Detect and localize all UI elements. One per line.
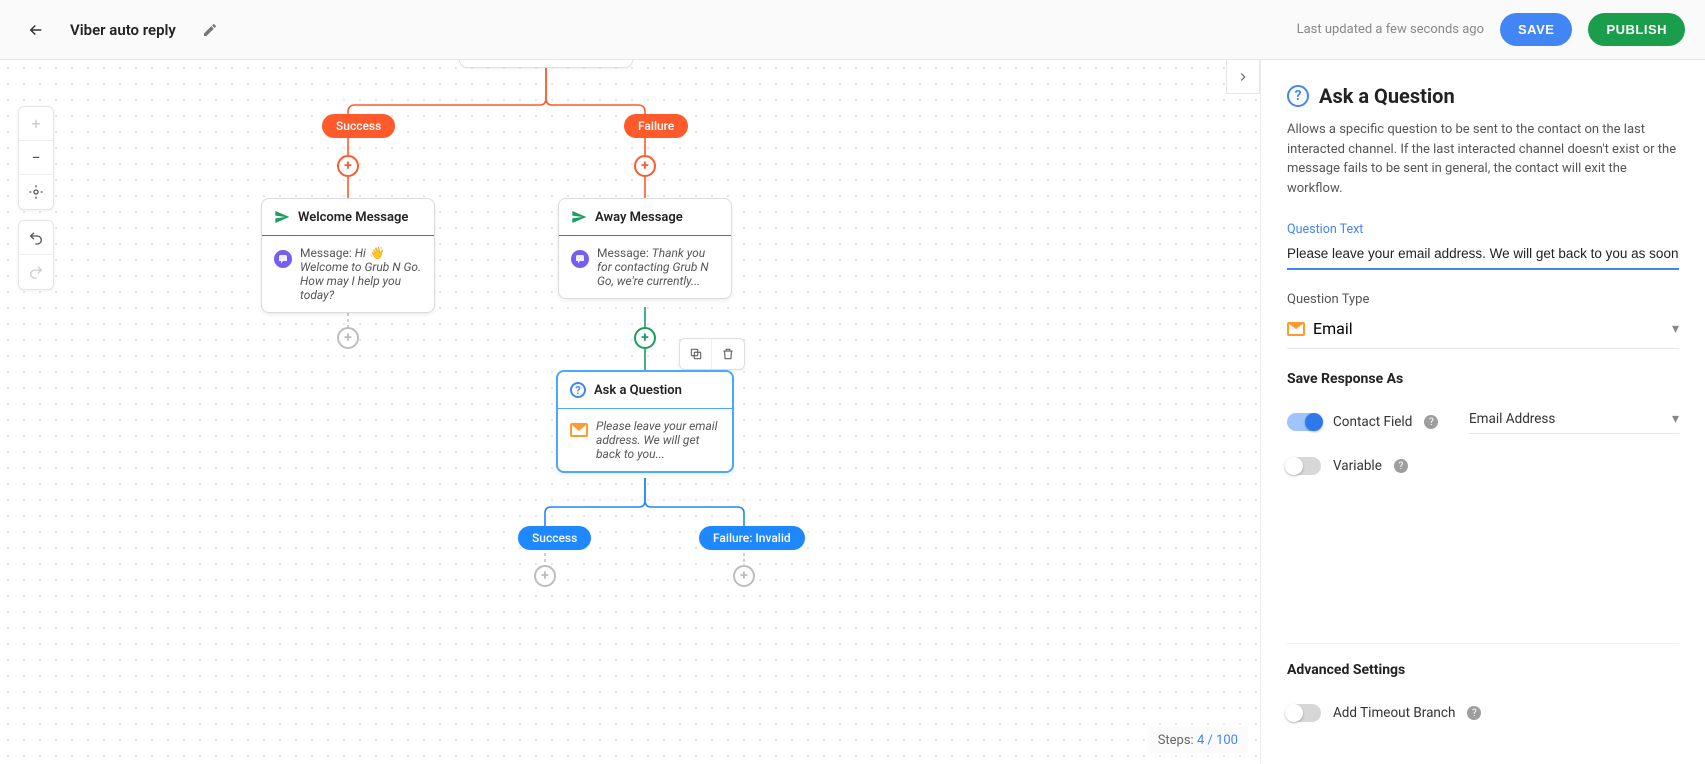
add-step-icon[interactable]: +: [634, 327, 656, 349]
node-title: Welcome Message: [298, 210, 408, 225]
add-step-icon[interactable]: +: [337, 155, 359, 177]
question-type-select[interactable]: Email ▾: [1287, 313, 1679, 349]
last-updated-text: Last updated a few seconds ago: [1297, 22, 1484, 37]
history-controls: [18, 220, 54, 290]
node-title: Ask a Question: [594, 383, 682, 398]
edit-title-icon[interactable]: [194, 14, 226, 46]
help-icon[interactable]: ?: [1424, 415, 1438, 429]
send-icon: [571, 209, 587, 225]
node-welcome-message[interactable]: Welcome Message Message: Hi 👋 Welcome to…: [261, 198, 435, 313]
contact-field-label: Contact Field: [1333, 414, 1412, 430]
viber-icon: [571, 250, 589, 268]
question-icon: ?: [570, 382, 586, 398]
branch-pill-success: Success: [518, 526, 591, 550]
node-away-message[interactable]: Away Message Message: Thank you for cont…: [558, 198, 732, 299]
side-panel: ? Ask a Question Allows a specific quest…: [1260, 60, 1705, 764]
publish-button[interactable]: PUBLISH: [1588, 13, 1685, 46]
message-text: Please leave your email address. We will…: [596, 419, 720, 461]
variable-label: Variable: [1333, 458, 1382, 474]
contact-field-select[interactable]: Email Address ▾: [1469, 411, 1679, 434]
recenter-icon[interactable]: [19, 175, 53, 209]
help-icon[interactable]: ?: [1394, 459, 1408, 473]
add-step-icon[interactable]: +: [733, 565, 755, 587]
workflow-canvas[interactable]: + −: [0, 60, 1260, 764]
workflow-title: Viber auto reply: [70, 21, 176, 39]
email-icon: [570, 423, 588, 437]
steps-counter: Steps: 4 / 100: [1148, 727, 1248, 754]
question-icon: ?: [1287, 85, 1309, 107]
contact-field-toggle[interactable]: [1287, 413, 1321, 431]
canvas-content: Success Failure + + Welcome Message Mess…: [0, 60, 1260, 764]
advanced-settings-heading: Advanced Settings: [1287, 662, 1679, 678]
save-response-heading: Save Response As: [1287, 371, 1679, 387]
chevron-down-icon: ▾: [1672, 321, 1679, 337]
panel-description: Allows a specific question to be sent to…: [1287, 120, 1679, 198]
zoom-in-icon[interactable]: +: [19, 107, 53, 141]
contact-field-value: Email Address: [1469, 411, 1555, 427]
timeout-branch-label: Add Timeout Branch: [1333, 705, 1455, 721]
chevron-down-icon: ▾: [1672, 411, 1679, 427]
back-arrow-icon[interactable]: [20, 14, 52, 46]
email-icon: [1287, 322, 1305, 336]
node-actions: [679, 338, 745, 370]
collapse-panel-icon[interactable]: [1226, 60, 1260, 94]
branch-pill-failure: Failure: [624, 114, 688, 138]
panel-title: Ask a Question: [1319, 84, 1455, 108]
variable-toggle[interactable]: [1287, 457, 1321, 475]
add-step-icon[interactable]: +: [337, 327, 359, 349]
zoom-out-icon[interactable]: −: [19, 141, 53, 175]
node-ask-question[interactable]: ? Ask a Question Please leave your email…: [556, 370, 734, 473]
save-button[interactable]: SAVE: [1500, 13, 1572, 46]
add-step-icon[interactable]: +: [534, 565, 556, 587]
delete-icon[interactable]: [712, 339, 744, 369]
help-icon[interactable]: ?: [1467, 706, 1481, 720]
message-prefix: Message:: [597, 246, 652, 260]
question-type-label: Question Type: [1287, 292, 1679, 307]
timeout-branch-toggle[interactable]: [1287, 704, 1321, 722]
branch-pill-success: Success: [322, 114, 395, 138]
undo-icon[interactable]: [19, 221, 53, 255]
redo-icon[interactable]: [19, 255, 53, 289]
topbar: Viber auto reply Last updated a few seco…: [0, 0, 1705, 60]
question-text-label: Question Text: [1287, 222, 1679, 237]
parent-node-stub: [459, 60, 633, 68]
branch-pill-failure-invalid: Failure: Invalid: [699, 526, 805, 550]
node-title: Away Message: [595, 210, 683, 225]
send-icon: [274, 209, 290, 225]
add-step-icon[interactable]: +: [634, 155, 656, 177]
zoom-controls: + −: [18, 106, 54, 210]
question-type-value: Email: [1313, 319, 1353, 338]
message-prefix: Message:: [300, 246, 355, 260]
viber-icon: [274, 250, 292, 268]
duplicate-icon[interactable]: [680, 339, 712, 369]
question-text-input[interactable]: [1287, 246, 1679, 261]
